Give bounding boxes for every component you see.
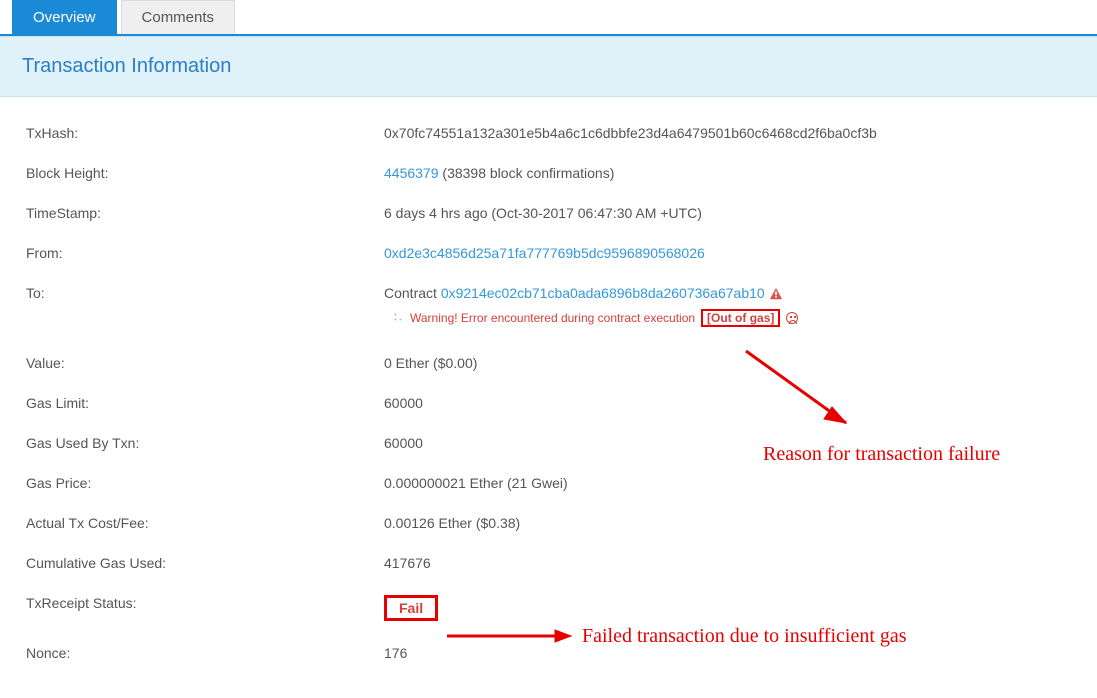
tabs: Overview Comments xyxy=(0,0,1097,36)
block-link[interactable]: 4456379 xyxy=(384,165,439,181)
to-prefix: Contract xyxy=(384,285,441,301)
label-gasprice: Gas Price: xyxy=(26,475,384,491)
tab-overview[interactable]: Overview xyxy=(12,0,117,34)
value-costfee: 0.00126 Ether ($0.38) xyxy=(384,515,1071,531)
tx-details: TxHash: 0x70fc74551a132a301e5b4a6c1c6dbb… xyxy=(0,97,1097,661)
panel-title: Transaction Information xyxy=(0,36,1097,97)
tree-icon xyxy=(394,313,404,323)
out-of-gas-reason: [Out of gas] xyxy=(701,309,780,327)
from-address-link[interactable]: 0xd2e3c4856d25a71fa777769b5dc95968905680… xyxy=(384,245,705,261)
label-txhash: TxHash: xyxy=(26,125,384,141)
label-gasused: Gas Used By Txn: xyxy=(26,435,384,451)
label-timestamp: TimeStamp: xyxy=(26,205,384,221)
frown-icon xyxy=(786,312,798,324)
label-blockheight: Block Height: xyxy=(26,165,384,181)
value-blockheight: 4456379 (38398 block confirmations) xyxy=(384,165,1071,181)
warning-triangle-icon xyxy=(769,287,783,301)
to-address-link[interactable]: 0x9214ec02cb71cba0ada6896b8da260736a67ab… xyxy=(441,285,765,301)
label-nonce: Nonce: xyxy=(26,645,384,661)
label-receipt: TxReceipt Status: xyxy=(26,595,384,611)
label-cumgas: Cumulative Gas Used: xyxy=(26,555,384,571)
label-to: To: xyxy=(26,285,384,301)
label-gaslimit: Gas Limit: xyxy=(26,395,384,411)
label-costfee: Actual Tx Cost/Fee: xyxy=(26,515,384,531)
label-from: From: xyxy=(26,245,384,261)
value-value: 0 Ether ($0.00) xyxy=(384,355,1071,371)
value-gaslimit: 60000 xyxy=(384,395,1071,411)
value-nonce: 176 xyxy=(384,645,1071,661)
tab-comments[interactable]: Comments xyxy=(121,0,236,34)
block-confirmations: (38398 block confirmations) xyxy=(442,165,614,181)
value-timestamp: 6 days 4 hrs ago (Oct-30-2017 06:47:30 A… xyxy=(384,205,1071,221)
value-gasprice: 0.000000021 Ether (21 Gwei) xyxy=(384,475,1071,491)
value-txhash: 0x70fc74551a132a301e5b4a6c1c6dbbfe23d4a6… xyxy=(384,125,1071,141)
receipt-status-fail: Fail xyxy=(384,595,438,621)
execution-error-line: Warning! Error encountered during contra… xyxy=(394,309,1071,327)
value-cumgas: 417676 xyxy=(384,555,1071,571)
warn-text: Warning! Error encountered during contra… xyxy=(410,311,695,325)
label-value: Value: xyxy=(26,355,384,371)
value-gasused: 60000 xyxy=(384,435,1071,451)
